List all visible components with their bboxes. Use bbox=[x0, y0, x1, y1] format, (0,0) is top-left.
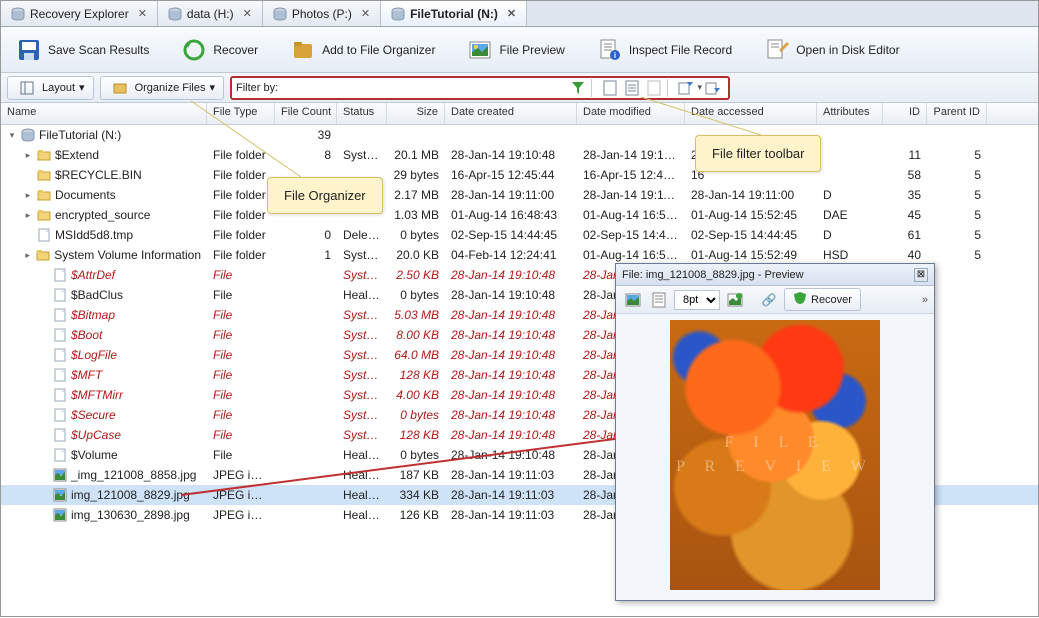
callout-organizer-text: File Organizer bbox=[284, 188, 366, 203]
preview-title-text: File: img_121008_8829.jpg - Preview bbox=[622, 269, 804, 281]
picture-icon[interactable] bbox=[624, 291, 642, 309]
text-view-icon[interactable] bbox=[650, 291, 668, 309]
preview-recover-button[interactable]: Recover bbox=[784, 288, 861, 311]
callout-filter-text: File filter toolbar bbox=[712, 146, 804, 161]
fontsize-select[interactable]: 8pt bbox=[674, 290, 720, 310]
shield-icon bbox=[793, 291, 807, 308]
more-icon[interactable]: » bbox=[922, 294, 928, 306]
preview-titlebar[interactable]: File: img_121008_8829.jpg - Preview ⊠ bbox=[616, 264, 934, 286]
callout-filter: File filter toolbar bbox=[695, 135, 821, 172]
callout-organizer: File Organizer bbox=[267, 177, 383, 214]
link-icon[interactable]: 🔗 bbox=[760, 291, 778, 309]
preview-toolbar: 8pt 🔗 Recover » bbox=[616, 286, 934, 314]
preview-image: F I L EP R E V I E W bbox=[670, 320, 880, 590]
preview-recover-label: Recover bbox=[811, 294, 852, 306]
close-icon[interactable]: ⊠ bbox=[914, 268, 928, 282]
refresh-icon[interactable] bbox=[726, 291, 744, 309]
preview-watermark: F I L EP R E V I E W bbox=[676, 431, 874, 479]
preview-window[interactable]: File: img_121008_8829.jpg - Preview ⊠ 8p… bbox=[615, 263, 935, 601]
